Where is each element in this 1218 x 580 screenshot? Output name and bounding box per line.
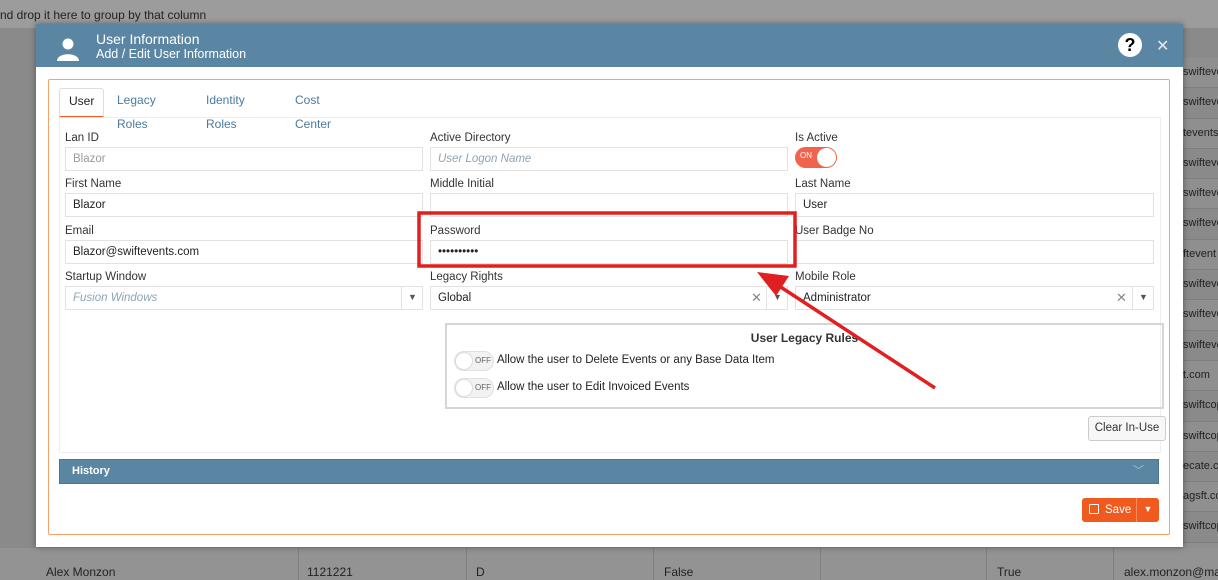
first-name-input[interactable]: Blazor — [65, 193, 423, 217]
mobile-role-select[interactable]: Administrator — [795, 286, 1154, 310]
email-label: Email — [65, 225, 94, 237]
user-information-dialog: User Information Add / Edit User Informa… — [36, 24, 1183, 547]
chevron-down-icon[interactable]: ▼ — [1132, 286, 1154, 310]
clear-in-use-button[interactable]: Clear In-Use — [1088, 416, 1166, 441]
chevron-down-icon[interactable]: ▼ — [766, 286, 788, 310]
password-label: Password — [430, 225, 481, 237]
grid-cell: swifteve — [1183, 209, 1218, 240]
clear-icon[interactable]: ✕ — [1116, 287, 1127, 309]
chevron-down-icon[interactable]: ▼ — [401, 286, 423, 310]
close-icon[interactable]: ✕ — [1156, 36, 1169, 56]
middle-initial-input[interactable] — [430, 193, 788, 217]
save-options-dropdown[interactable]: ▼ — [1136, 498, 1159, 522]
is-active-label: Is Active — [795, 132, 838, 144]
last-name-label: Last Name — [795, 178, 851, 190]
grid-cell: swiftever — [1183, 331, 1218, 361]
history-label: History — [72, 465, 110, 477]
tab-user[interactable]: User — [59, 88, 105, 118]
edit-invoiced-toggle[interactable]: OFF — [454, 378, 494, 398]
lan-id-input[interactable]: Blazor — [65, 147, 423, 171]
group-hint: nd drop it here to group by that column — [0, 8, 207, 22]
grid-cell: ecate.c — [1183, 452, 1218, 483]
toggle-state: OFF — [475, 383, 491, 392]
startup-window-label: Startup Window — [65, 271, 147, 283]
row-active: True — [997, 565, 1022, 579]
delete-events-rule-label: Allow the user to Delete Events or any B… — [497, 354, 775, 366]
active-directory-label: Active Directory — [430, 132, 511, 144]
grid-cell: swifteve — [1183, 58, 1218, 89]
toggle-state: OFF — [475, 356, 491, 365]
row-initial: D — [476, 565, 485, 579]
dialog-title: User Information — [96, 31, 200, 47]
email-input[interactable]: Blazor@swiftevents.com — [65, 240, 423, 264]
grid-cell: tevents — [1183, 118, 1218, 149]
history-section[interactable]: History ﹀ — [59, 459, 1159, 484]
grid-cell: ftevent — [1183, 239, 1218, 271]
row-name: Alex Monzon — [46, 565, 116, 579]
is-active-toggle[interactable]: ON — [795, 147, 837, 168]
edit-invoiced-rule-label: Allow the user to Edit Invoiced Events — [497, 381, 690, 393]
tab-legacy-roles[interactable]: Legacy Roles — [117, 88, 156, 131]
user-badge-no-label: User Badge No — [795, 225, 874, 237]
grid-cell: swiftcop — [1183, 512, 1218, 543]
legacy-rules-title: User Legacy Rules — [750, 331, 859, 345]
grid-cell: swiftever — [1183, 88, 1218, 119]
dialog-header: User Information Add / Edit User Informa… — [36, 24, 1183, 67]
grid-cell: swiftcop — [1183, 421, 1218, 452]
dialog-body: User Legacy Roles Identity Roles Cost Ce… — [48, 79, 1170, 535]
grid-cell: swiftever — [1183, 179, 1218, 210]
first-name-label: First Name — [65, 178, 122, 190]
save-label: Save — [1105, 504, 1132, 516]
grid-cell: swifteve — [1183, 149, 1218, 180]
row-email: alex.monzon@mai — [1124, 565, 1218, 579]
delete-events-toggle[interactable]: OFF — [454, 351, 494, 371]
clear-icon[interactable]: ✕ — [751, 287, 762, 309]
legacy-rights-select[interactable]: Global — [430, 286, 788, 310]
tab-cost-center[interactable]: Cost Center — [295, 88, 331, 131]
legacy-rights-label: Legacy Rights — [430, 271, 503, 283]
chevron-down-icon: ﹀ — [1133, 465, 1144, 477]
row-flag: False — [664, 565, 694, 579]
save-button[interactable]: Save ▼ — [1082, 498, 1159, 522]
dialog-subtitle: Add / Edit User Information — [96, 47, 247, 61]
lan-id-label: Lan ID — [65, 132, 99, 144]
mobile-role-label: Mobile Role — [795, 271, 856, 283]
help-icon[interactable]: ? — [1118, 33, 1142, 57]
password-input[interactable]: •••••••••• — [430, 240, 788, 264]
active-directory-input[interactable]: User Logon Name — [430, 147, 788, 171]
row-id: 1121221 — [307, 565, 353, 579]
startup-window-select[interactable]: Fusion Windows — [65, 286, 423, 310]
user-avatar-icon — [57, 38, 79, 61]
middle-initial-label: Middle Initial — [430, 178, 494, 190]
background-grid-row: Alex Monzon 1121221 D False True alex.mo… — [0, 548, 1218, 580]
toggle-state: ON — [800, 151, 812, 160]
tab-identity-roles[interactable]: Identity Roles — [206, 88, 245, 131]
user-form-panel: Lan ID Blazor Active Directory User Logo… — [59, 117, 1166, 453]
user-legacy-rules-box: User Legacy Rules OFF Allow the user to … — [445, 323, 1164, 409]
background-grid-column: swifteveswifteverteventsswifteveswifteve… — [1183, 58, 1218, 580]
grid-cell: t.com — [1183, 360, 1218, 392]
user-badge-no-input[interactable] — [795, 240, 1154, 264]
grid-cell: swiftcop — [1183, 391, 1218, 422]
floppy-disk-icon — [1089, 504, 1099, 514]
last-name-input[interactable]: User — [795, 193, 1154, 217]
grid-cell: swiftever — [1183, 270, 1218, 301]
grid-cell: agsft.co — [1183, 482, 1218, 513]
grid-cell: swiftever — [1183, 300, 1218, 331]
